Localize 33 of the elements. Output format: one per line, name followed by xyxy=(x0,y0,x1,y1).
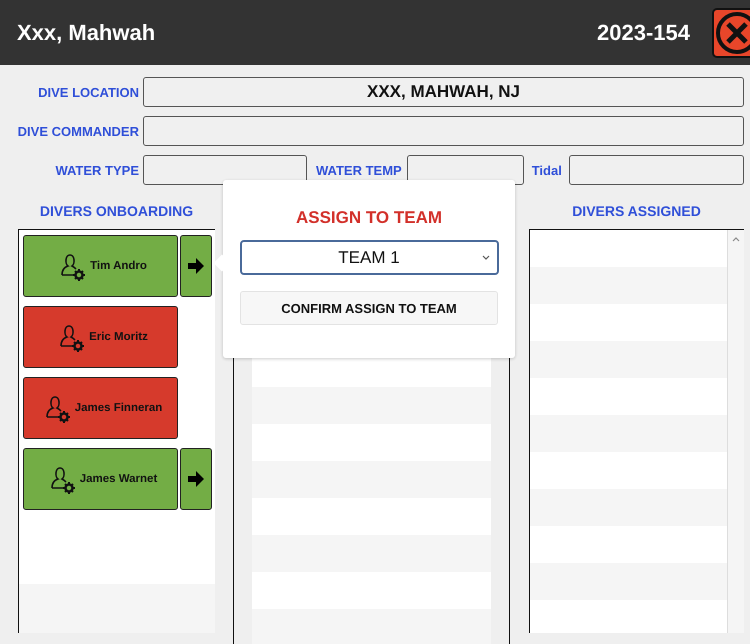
field-label: DIVE COMMANDER xyxy=(16,124,139,138)
assign-arrow-button[interactable] xyxy=(180,235,212,297)
diver-name: Eric Moritz xyxy=(89,331,148,343)
diver-name: James Warnet xyxy=(80,473,158,485)
right-arrow-icon xyxy=(187,470,205,488)
input-field[interactable] xyxy=(568,155,744,185)
diver-button[interactable]: James Warnet xyxy=(23,448,178,510)
field-label: DIVE LOCATION xyxy=(37,84,139,100)
diver-button[interactable]: Eric Moritz xyxy=(23,306,178,368)
confirm-button[interactable]: CONFIRM ASSIGN TO TEAM xyxy=(240,291,498,325)
close-button[interactable] xyxy=(712,8,750,58)
close-icon xyxy=(715,10,750,54)
column-heading: DIVERS ONBOARDING xyxy=(38,203,194,221)
diver-name: Tim Andro xyxy=(90,260,147,272)
diver-name: James Finneran xyxy=(74,402,162,414)
chevron-down-icon xyxy=(480,254,490,262)
diver-button[interactable]: James Finneran xyxy=(23,377,178,439)
assign-arrow-button[interactable] xyxy=(180,448,212,510)
team-dropdown[interactable]: TEAM 1 xyxy=(240,240,498,275)
field-label: WATER TYPE xyxy=(54,162,139,178)
scroll-up-icon[interactable] xyxy=(731,235,741,243)
input-field[interactable]: XXX, MAHWAH, NJ xyxy=(143,77,744,107)
scrollbar[interactable] xyxy=(727,230,744,633)
column-heading: DIVERS ASSIGNED xyxy=(571,203,702,221)
input-field[interactable] xyxy=(143,116,744,146)
page-title: Xxx, Mahwah xyxy=(17,20,156,46)
diver-button[interactable]: Tim Andro xyxy=(23,235,178,297)
field-label: Tidal xyxy=(532,162,562,178)
right-arrow-icon xyxy=(187,257,205,275)
input-field[interactable] xyxy=(143,155,307,185)
field-label: WATER TEMP xyxy=(316,162,402,178)
case-number: 2023-154 xyxy=(597,20,690,46)
popover-title: ASSIGN TO TEAM xyxy=(296,208,442,228)
